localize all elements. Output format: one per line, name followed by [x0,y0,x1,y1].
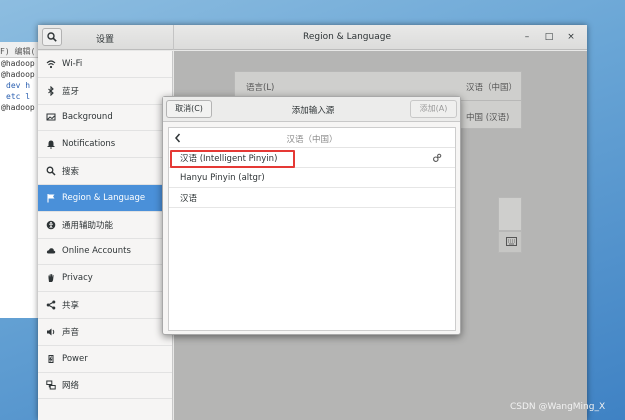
settings-sidebar: Wi-Fi 蓝牙 Background Notifications 搜索 Reg… [38,51,173,420]
sidebar-item-label: Online Accounts [62,246,131,257]
list-item-label: Hanyu Pinyin (altgr) [180,172,265,183]
sidebar-item-sound[interactable]: 声音 [38,319,172,346]
sidebar-item-label: 网络 [62,381,80,392]
sidebar-item-label: 声音 [62,327,80,338]
background-icon [46,112,56,122]
sidebar-item-online-accounts[interactable]: Online Accounts [38,239,172,266]
header-bar: 设置 Region & Language – □ × [38,25,587,50]
input-sources-toolbar [498,231,522,253]
sidebar-item-bluetooth[interactable]: 蓝牙 [38,78,172,105]
sidebar-item-network[interactable]: 网络 [38,373,172,400]
add-input-source-dialog: 取消(C) 添加输入源 添加(A) 汉语（中国） 汉语 (Intelligent… [162,96,461,335]
list-item[interactable]: 汉语 [169,188,455,208]
dialog-header: 取消(C) 添加输入源 添加(A) [163,97,460,122]
cloud-icon [46,246,56,256]
flag-icon [46,193,56,203]
sidebar-title: 设置 [96,35,115,45]
bell-icon [46,139,56,150]
search-icon [46,166,56,176]
language-value[interactable]: 汉语（中国） [466,81,517,93]
list-item[interactable]: 汉语 (Intelligent Pinyin) [169,148,455,168]
network-icon [46,380,56,390]
sidebar-item-label: 搜索 [62,167,80,178]
search-icon [47,32,57,42]
close-button[interactable]: × [565,31,577,43]
sidebar-item-background[interactable]: Background [38,105,172,132]
accessibility-icon [46,220,56,230]
sidebar-item-label: 通用辅助功能 [62,220,114,231]
sidebar-item-label: Notifications [62,139,116,150]
window-title: Region & Language [303,32,391,42]
sidebar-item-label: 蓝牙 [62,86,80,97]
sidebar-item-accessibility[interactable]: 通用辅助功能 [38,212,172,239]
list-header-row[interactable]: 汉语（中国） [169,128,455,148]
cancel-button[interactable]: 取消(C) [166,100,212,118]
input-sources-panel [498,197,522,231]
sidebar-item-label: Region & Language [62,192,146,203]
settings-gear-icon [433,153,442,162]
sidebar-item-label: 共享 [62,301,80,312]
list-item-label: 汉语 (Intelligent Pinyin) [180,153,278,164]
sidebar-item-wifi[interactable]: Wi-Fi [38,51,172,78]
sidebar-item-sharing[interactable]: 共享 [38,292,172,319]
search-button[interactable] [42,28,62,46]
sidebar-item-privacy[interactable]: Privacy [38,265,172,293]
list-item-label: 汉语 [180,193,198,204]
list-header-label: 汉语（中国） [286,135,338,145]
dialog-title: 添加输入源 [291,106,335,116]
sidebar-item-label: Wi-Fi [62,58,83,69]
watermark-text: CSDN @WangMing_X [510,402,606,412]
input-source-list: 汉语（中国） 汉语 (Intelligent Pinyin) Hanyu Pin… [168,127,456,331]
sidebar-item-search[interactable]: 搜索 [38,158,172,185]
sidebar-item-power[interactable]: Power [38,346,172,373]
hand-icon [46,273,56,283]
keyboard-icon[interactable] [506,237,517,246]
wifi-icon [46,59,56,69]
share-icon [46,300,56,310]
sidebar-item-label: Power [62,353,88,364]
bluetooth-icon [46,85,56,96]
add-button[interactable]: 添加(A) [410,100,457,118]
formats-value[interactable]: 中国 (汉语) [466,111,509,123]
sidebar-item-notifications[interactable]: Notifications [38,131,172,159]
sidebar-item-label: Privacy [62,273,93,284]
minimize-button[interactable]: – [521,31,533,43]
language-label: 语言(L) [246,83,275,93]
sidebar-item-label: Background [62,112,113,123]
sidebar-item-region-language[interactable]: Region & Language [38,184,172,212]
maximize-button[interactable]: □ [543,31,555,43]
speaker-icon [46,327,56,337]
list-item[interactable]: Hanyu Pinyin (altgr) [169,168,455,188]
power-icon [46,354,56,364]
